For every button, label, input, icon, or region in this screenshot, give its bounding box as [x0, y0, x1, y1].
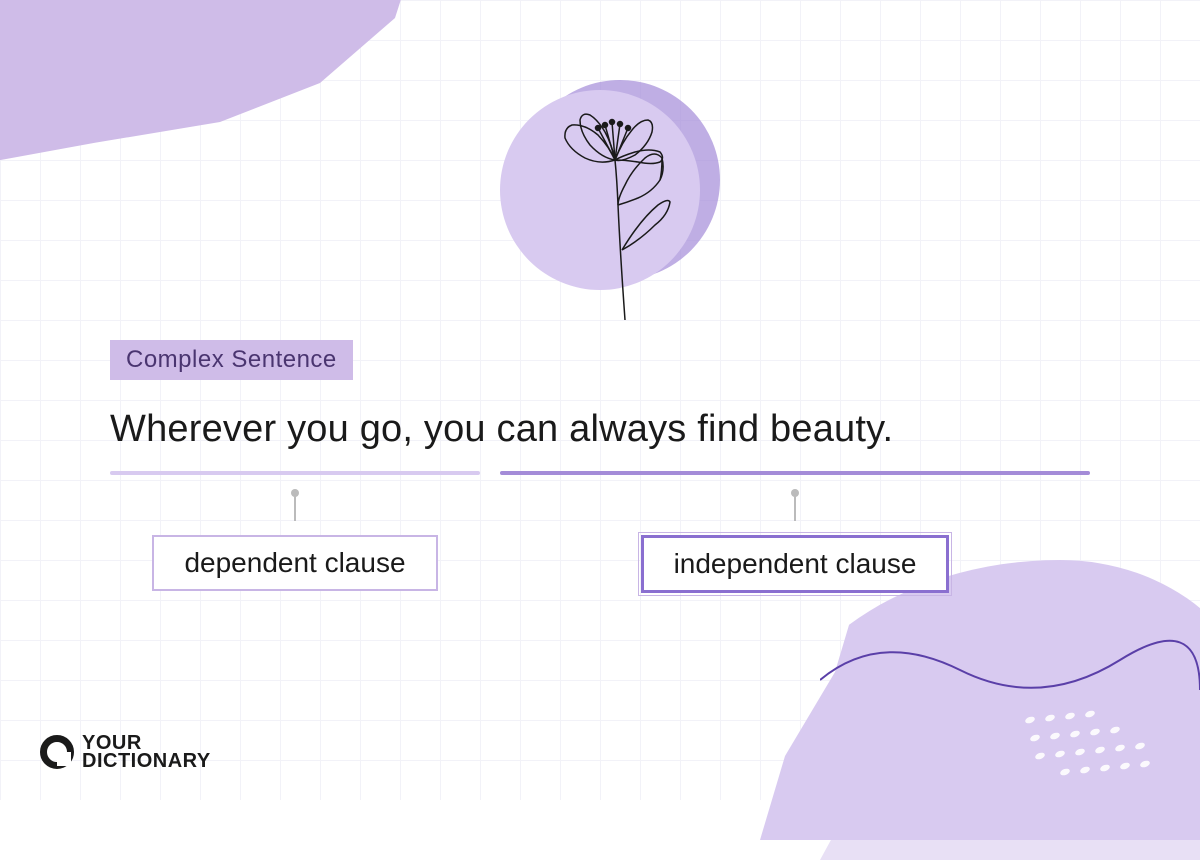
brand-logo: YOUR DICTIONARY: [40, 734, 211, 770]
logo-line-2: DICTIONARY: [82, 752, 211, 770]
decorative-dots: [1020, 710, 1160, 780]
example-sentence: Wherever you go, you can always find bea…: [110, 408, 1090, 451]
clause-annotations: dependent clause independent clause: [110, 471, 1090, 593]
logo-text: YOUR DICTIONARY: [82, 734, 211, 770]
diagram-content: Complex Sentence Wherever you go, you ca…: [110, 340, 1090, 593]
independent-clause-label: independent clause: [641, 535, 950, 593]
dependent-clause-label: dependent clause: [152, 535, 437, 591]
dependent-connector-line: [294, 493, 296, 521]
independent-connector-line: [794, 493, 796, 521]
logo-circle-icon: [40, 735, 74, 769]
dependent-underline: [110, 471, 480, 475]
independent-underline: [500, 471, 1090, 475]
flower-badge: [490, 80, 710, 300]
lily-flower-icon: [540, 110, 700, 330]
independent-clause-segment: independent clause: [500, 471, 1090, 593]
dependent-clause-segment: dependent clause: [110, 471, 480, 593]
sentence-type-badge: Complex Sentence: [110, 340, 353, 380]
